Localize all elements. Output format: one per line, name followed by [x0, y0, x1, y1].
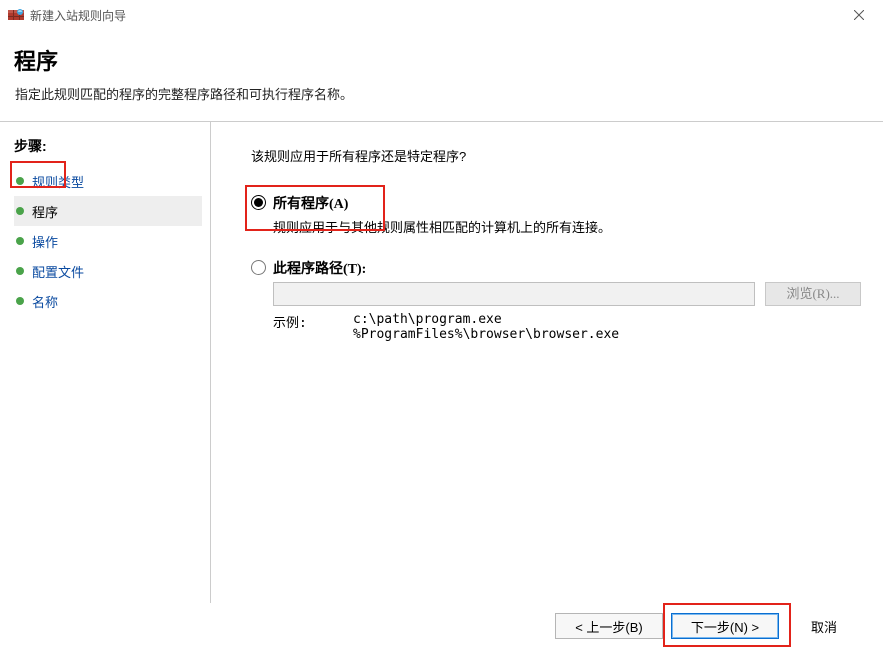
- back-button[interactable]: < 上一步(B): [555, 613, 663, 639]
- step-label: 程序: [32, 202, 58, 221]
- radio-program-path[interactable]: [251, 260, 266, 275]
- bullet-icon: [16, 237, 24, 245]
- example-values: c:\path\program.exe %ProgramFiles%\brows…: [353, 312, 619, 342]
- window-title: 新建入站规则向导: [30, 7, 839, 24]
- option-program-path-label: 此程序路径(T):: [273, 258, 366, 278]
- wizard-window: 新建入站规则向导 程序 指定此规则匹配的程序的完整程序路径和可执行程序名称。 步…: [0, 0, 883, 659]
- steps-sidebar: 步骤: 规则类型 程序 操作 配置文件: [0, 122, 210, 603]
- close-button[interactable]: [839, 1, 879, 29]
- next-button[interactable]: 下一步(N) >: [671, 613, 779, 639]
- body: 步骤: 规则类型 程序 操作 配置文件: [0, 122, 883, 603]
- option-all-programs-label: 所有程序(A): [273, 193, 348, 213]
- step-rule-type[interactable]: 规则类型: [14, 166, 202, 196]
- steps-heading: 步骤:: [14, 136, 202, 156]
- step-program[interactable]: 程序: [14, 196, 202, 226]
- example-label: 示例:: [273, 312, 353, 342]
- program-path-row: 浏览(R)...: [273, 282, 861, 306]
- step-label: 配置文件: [32, 262, 84, 281]
- step-label: 名称: [32, 292, 58, 311]
- firewall-icon: [8, 7, 24, 23]
- bullet-icon: [16, 177, 24, 185]
- step-label: 规则类型: [32, 172, 84, 191]
- browse-button[interactable]: 浏览(R)...: [765, 282, 861, 306]
- bullet-icon: [16, 297, 24, 305]
- question-text: 该规则应用于所有程序还是特定程序?: [251, 146, 861, 165]
- content: 该规则应用于所有程序还是特定程序? 所有程序(A) 规则应用于与其他规则属性相匹…: [210, 122, 883, 603]
- step-name[interactable]: 名称: [14, 286, 202, 316]
- step-action[interactable]: 操作: [14, 226, 202, 256]
- bullet-icon: [16, 207, 24, 215]
- cancel-button[interactable]: 取消: [787, 613, 861, 639]
- step-profile[interactable]: 配置文件: [14, 256, 202, 286]
- step-label: 操作: [32, 232, 58, 251]
- page-title: 程序: [14, 44, 869, 76]
- option-all-programs-row: 所有程序(A): [251, 193, 861, 213]
- program-path-input[interactable]: [273, 282, 755, 306]
- example-row: 示例: c:\path\program.exe %ProgramFiles%\b…: [273, 312, 861, 342]
- page-subtitle: 指定此规则匹配的程序的完整程序路径和可执行程序名称。: [15, 84, 869, 103]
- bullet-icon: [16, 267, 24, 275]
- option-all-programs-desc: 规则应用于与其他规则属性相匹配的计算机上的所有连接。: [273, 217, 861, 236]
- radio-all-programs[interactable]: [251, 195, 266, 210]
- option-program-path-row: 此程序路径(T):: [251, 258, 861, 278]
- close-icon: [854, 10, 864, 20]
- footer: < 上一步(B) 下一步(N) > 取消: [0, 603, 883, 659]
- titlebar: 新建入站规则向导: [0, 0, 883, 30]
- header: 程序 指定此规则匹配的程序的完整程序路径和可执行程序名称。: [0, 30, 883, 111]
